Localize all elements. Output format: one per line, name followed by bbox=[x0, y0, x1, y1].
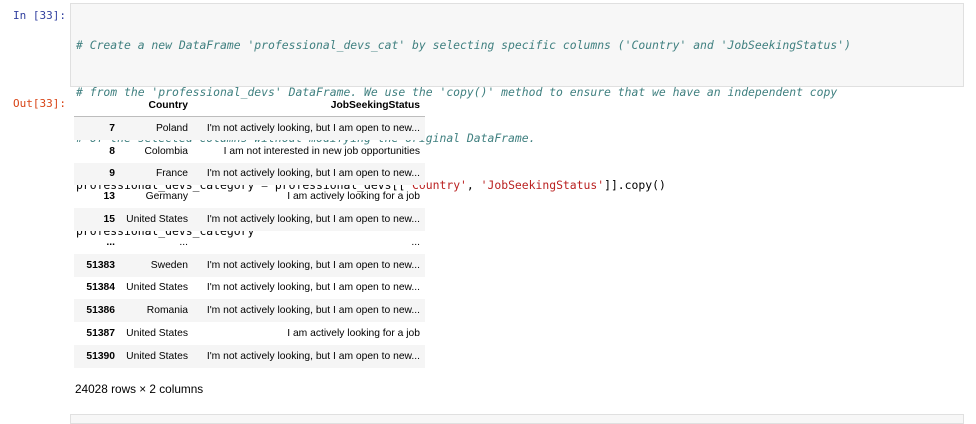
country-cell: France bbox=[155, 168, 188, 180]
column-header-jobseekingstatus: JobSeekingStatus bbox=[193, 94, 425, 117]
code-method-call: ]].copy() bbox=[604, 177, 666, 192]
table-row: 13 Germany I am actively looking for a job bbox=[74, 185, 425, 208]
table-row: 51383 Sweden I'm not actively looking, but… bbox=[74, 253, 425, 277]
jobseekingstatus-cell: I am actively looking for a job bbox=[287, 191, 420, 203]
jobseekingstatus-cell: I am not interested in new job opportuni… bbox=[223, 145, 420, 157]
jobseekingstatus-cell: I'm not actively looking, but I am open … bbox=[206, 282, 420, 294]
row-index-cell: 8 bbox=[109, 145, 115, 157]
country-cell: Romania bbox=[146, 305, 188, 317]
table-row: 8 Colombia I am not interested in new job … bbox=[74, 140, 425, 163]
country-cell: Colombia bbox=[144, 145, 189, 157]
country-cell: Sweden bbox=[150, 259, 188, 271]
row-index-cell: 9 bbox=[109, 168, 115, 180]
column-header-index bbox=[74, 94, 120, 117]
code-string: 'JobSeekingStatus' bbox=[480, 177, 605, 192]
jobseekingstatus-cell: I'm not actively looking, but I am open … bbox=[206, 350, 420, 362]
jobseekingstatus-cell: I'm not actively looking, but I am open … bbox=[206, 214, 420, 226]
country-cell: Poland bbox=[155, 122, 188, 134]
column-header-country: Country bbox=[120, 94, 193, 117]
row-index-cell: 51383 bbox=[86, 259, 115, 271]
table-row: 51384 United States I'm not actively looki… bbox=[74, 277, 425, 300]
output-prompt: Out[33]: bbox=[13, 97, 66, 110]
code-comment-line: # Create a new DataFrame 'professional_d… bbox=[76, 38, 851, 52]
jobseekingstatus-cell: I'm not actively looking, but I am open … bbox=[206, 305, 420, 317]
jobseekingstatus-cell: I'm not actively looking, but I am open … bbox=[206, 259, 420, 271]
table-row: 9 France I'm not actively looking, but I a… bbox=[74, 162, 425, 186]
jobseekingstatus-cell: I'm not actively looking, but I am open … bbox=[206, 122, 420, 134]
country-cell: Germany bbox=[145, 191, 188, 203]
row-index-cell: 13 bbox=[103, 191, 115, 203]
table-row: 7 Poland I'm not actively looking, but I a… bbox=[74, 116, 425, 140]
jobseekingstatus-cell: ... bbox=[411, 236, 420, 248]
code-punctuation: , bbox=[466, 177, 481, 192]
dataframe-shape-text: 24028 rows × 2 columns bbox=[75, 382, 204, 396]
country-cell: United States bbox=[126, 328, 188, 340]
jobseekingstatus-cell: I am actively looking for a job bbox=[287, 328, 420, 340]
table-row: 51386 Romania I'm not actively looking, bu… bbox=[74, 299, 425, 323]
table-row: 15 United States I'm not actively looking,… bbox=[74, 208, 425, 231]
table-row: 51390 United States I'm not actively looki… bbox=[74, 344, 425, 368]
code-cell-editor[interactable]: # Create a new DataFrame 'professional_d… bbox=[70, 3, 964, 238]
country-cell: ... bbox=[179, 236, 188, 248]
table-row: ......... bbox=[74, 231, 425, 254]
table-body: 7 Poland I'm not actively looking, but I a… bbox=[74, 116, 425, 368]
row-index-cell: 15 bbox=[103, 214, 115, 226]
table-header-row: Country JobSeekingStatus bbox=[74, 94, 425, 117]
row-index-cell: ... bbox=[106, 236, 115, 248]
row-index-cell: 51390 bbox=[86, 350, 115, 362]
row-index-cell: 51386 bbox=[86, 305, 115, 317]
row-index-cell: 7 bbox=[109, 122, 115, 134]
table-row: 51387 United States I am actively looking … bbox=[74, 322, 425, 345]
country-cell: United States bbox=[126, 282, 188, 294]
jobseekingstatus-cell: I'm not actively looking, but I am open … bbox=[206, 168, 420, 180]
country-cell: United States bbox=[126, 214, 188, 226]
row-index-cell: 51387 bbox=[86, 328, 115, 340]
country-cell: United States bbox=[126, 350, 188, 362]
row-index-cell: 51384 bbox=[86, 282, 115, 294]
dataframe-table: Country JobSeekingStatus 7 Poland I'm not … bbox=[74, 94, 425, 368]
next-code-cell[interactable] bbox=[70, 414, 964, 424]
input-prompt: In [33]: bbox=[13, 9, 66, 22]
